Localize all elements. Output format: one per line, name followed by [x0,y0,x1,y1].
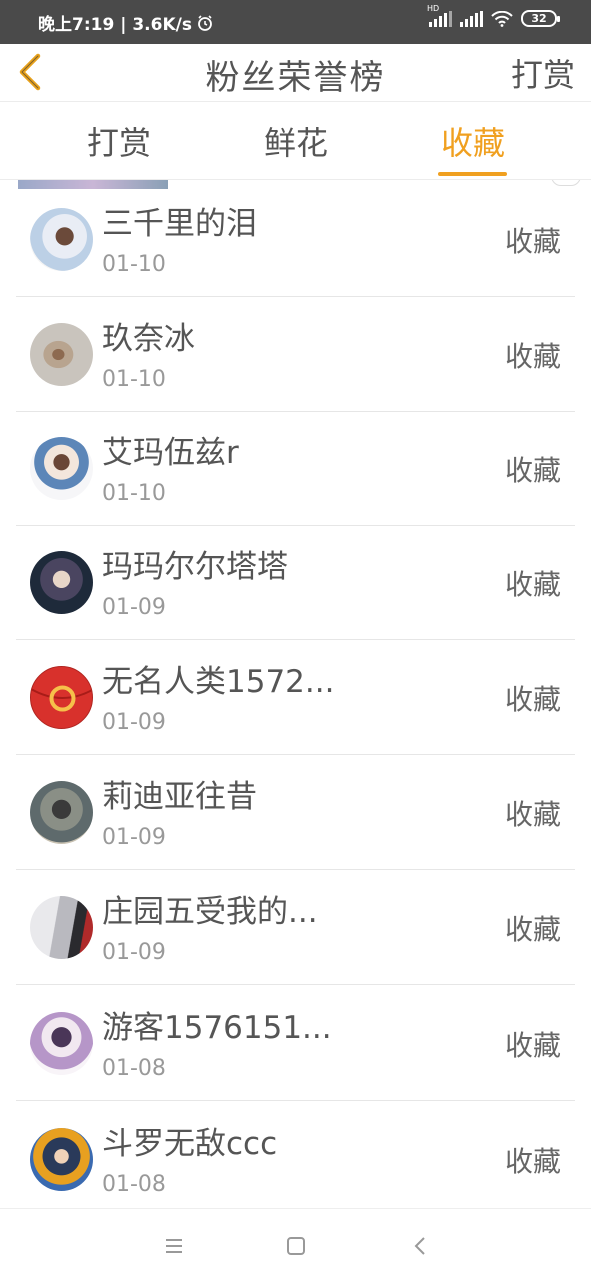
item-date: 01-09 [102,595,166,620]
item-date: 01-10 [102,367,166,392]
list-item[interactable]: 玛玛尔尔塔塔 01-09 收藏 [0,525,591,640]
alarm-icon [198,14,212,31]
user-name: 三千里的泪 [102,206,257,242]
item-action-label: 收藏 [504,340,561,373]
item-action-label: 收藏 [504,683,561,716]
item-date: 01-09 [102,710,166,735]
item-date: 01-09 [102,940,166,965]
avatar [30,323,93,386]
avatar [30,437,93,500]
item-action-label: 收藏 [504,225,561,258]
app-header: 粉丝荣誉榜 打赏 [0,44,591,102]
item-date: 01-08 [102,1056,166,1081]
tab-reward[interactable]: 打赏 [59,118,179,164]
hd-label: HD [427,3,440,13]
user-name: 艾玛伍兹r [102,435,239,471]
system-nav-bar [0,1208,591,1280]
time-speed-text: 晚上7:19 | 3.6K/s [38,15,192,35]
item-action-label: 收藏 [504,1029,561,1062]
list-item[interactable]: 玖奈冰 01-10 收藏 [0,297,591,412]
item-date: 01-08 [102,1172,166,1197]
user-name: 玖奈冰 [102,321,195,357]
reward-button[interactable]: 打赏 [511,50,575,96]
item-action-label: 收藏 [504,568,561,601]
item-date: 01-09 [102,825,166,850]
fan-list[interactable]: 三千里的泪 01-10 收藏 玖奈冰 01-10 收藏 艾玛伍兹r 01-10 … [0,180,591,1208]
item-date: 01-10 [102,252,166,277]
list-item[interactable]: 庄园五受我的... 01-09 收藏 [0,870,591,985]
user-name: 莉迪亚往昔 [102,779,257,815]
divider [16,1100,575,1101]
divider [16,984,575,985]
status-icons: HD 32 [427,4,560,27]
item-action-label: 收藏 [504,913,561,946]
avatar [30,208,93,271]
battery-icon: 32 [521,10,560,27]
hd-signal-icon: HD [427,4,452,27]
signal-icon [460,10,483,27]
avatar [30,781,93,844]
red-envelope-avatar [30,666,93,729]
user-name: 玛玛尔尔塔塔 [102,549,288,585]
page-title: 粉丝荣誉榜 [205,58,386,98]
active-tab-indicator [438,172,507,176]
red-envelope-icon [31,685,92,712]
avatar [30,1128,93,1191]
avatar [30,896,93,959]
user-name: 无名人类1572... [102,664,335,700]
status-bar: 晚上7:19 | 3.6K/s HD 32 [0,0,591,44]
avatar [30,1012,93,1075]
avatar [30,551,93,614]
list-item[interactable]: 游客1576151... 01-08 收藏 [0,986,591,1101]
wifi-icon [491,10,513,27]
list-item[interactable]: 艾玛伍兹r 01-10 收藏 [0,411,591,526]
user-name: 庄园五受我的... [102,894,318,930]
item-action-label: 收藏 [504,454,561,487]
tab-flowers[interactable]: 鲜花 [236,118,356,164]
item-date: 01-10 [102,481,166,506]
user-name: 斗罗无敌ccc [102,1126,278,1162]
list-item[interactable]: 斗罗无敌ccc 01-08 收藏 [0,1102,591,1208]
home-square-icon[interactable] [281,1231,311,1261]
list-item[interactable]: 无名人类1572... 01-09 收藏 [0,640,591,755]
status-time: 晚上7:19 | 3.6K/s [38,10,214,35]
user-name: 游客1576151... [102,1010,332,1046]
back-triangle-icon[interactable] [405,1231,435,1261]
menu-icon[interactable] [159,1231,189,1261]
list-item[interactable]: 三千里的泪 01-10 收藏 [0,182,591,297]
item-action-label: 收藏 [504,1145,561,1178]
list-item[interactable]: 莉迪亚往昔 01-09 收藏 [0,755,591,870]
item-action-label: 收藏 [504,798,561,831]
tab-favorites[interactable]: 收藏 [413,118,533,164]
tab-bar: 打赏 鲜花 收藏 [0,102,591,180]
